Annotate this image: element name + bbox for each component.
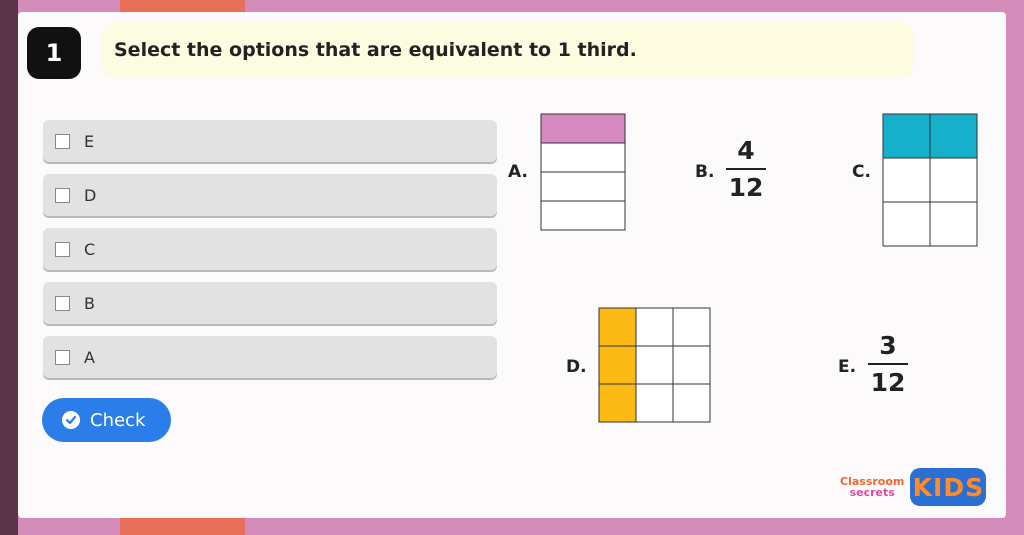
option-e[interactable]: E (43, 120, 497, 162)
figure-c-label: C. (852, 162, 871, 182)
check-circle-icon (62, 411, 80, 429)
figure-b-label: B. (695, 162, 715, 182)
question-text: Select the options that are equivalent t… (102, 22, 914, 78)
checkbox[interactable] (55, 295, 70, 311)
denominator: 12 (728, 173, 764, 202)
figure-b-fraction: 4 12 (726, 136, 766, 202)
figure-d-grid-model (598, 307, 711, 423)
fraction-bar (726, 168, 766, 170)
option-b[interactable]: B (43, 282, 497, 324)
check-label: Check (90, 409, 146, 431)
kids-badge: KIDS (910, 468, 987, 506)
option-a[interactable]: A (43, 336, 497, 378)
checkbox[interactable] (55, 349, 70, 365)
option-d[interactable]: D (43, 174, 497, 216)
background-left-band (0, 0, 18, 535)
checkbox[interactable] (55, 133, 70, 149)
option-label: B (84, 293, 95, 313)
fraction-bar (868, 363, 908, 365)
figure-a-bar-model (540, 113, 626, 231)
question-number: 1 (27, 27, 81, 79)
logo-wordmark: Classroom secrets (840, 476, 904, 498)
option-c[interactable]: C (43, 228, 497, 270)
classroom-secrets-logo: Classroom secrets KIDS (840, 468, 987, 506)
denominator: 12 (870, 368, 906, 397)
option-label: C (84, 239, 96, 259)
numerator: 3 (879, 331, 897, 360)
option-label: D (84, 185, 97, 205)
check-button[interactable]: Check (42, 398, 171, 442)
logo-line2: secrets (849, 486, 895, 499)
option-label: A (84, 347, 95, 367)
question-card: 1 Select the options that are equivalent… (18, 12, 1006, 518)
checkbox[interactable] (55, 187, 70, 203)
figure-e-label: E. (838, 357, 857, 377)
figure-d-label: D. (566, 357, 587, 377)
figure-c-grid-model (882, 113, 978, 247)
figure-e-fraction: 3 12 (868, 331, 908, 397)
checkbox[interactable] (55, 241, 70, 257)
option-label: E (84, 131, 95, 151)
figure-a-label: A. (508, 162, 528, 182)
numerator: 4 (737, 136, 755, 165)
